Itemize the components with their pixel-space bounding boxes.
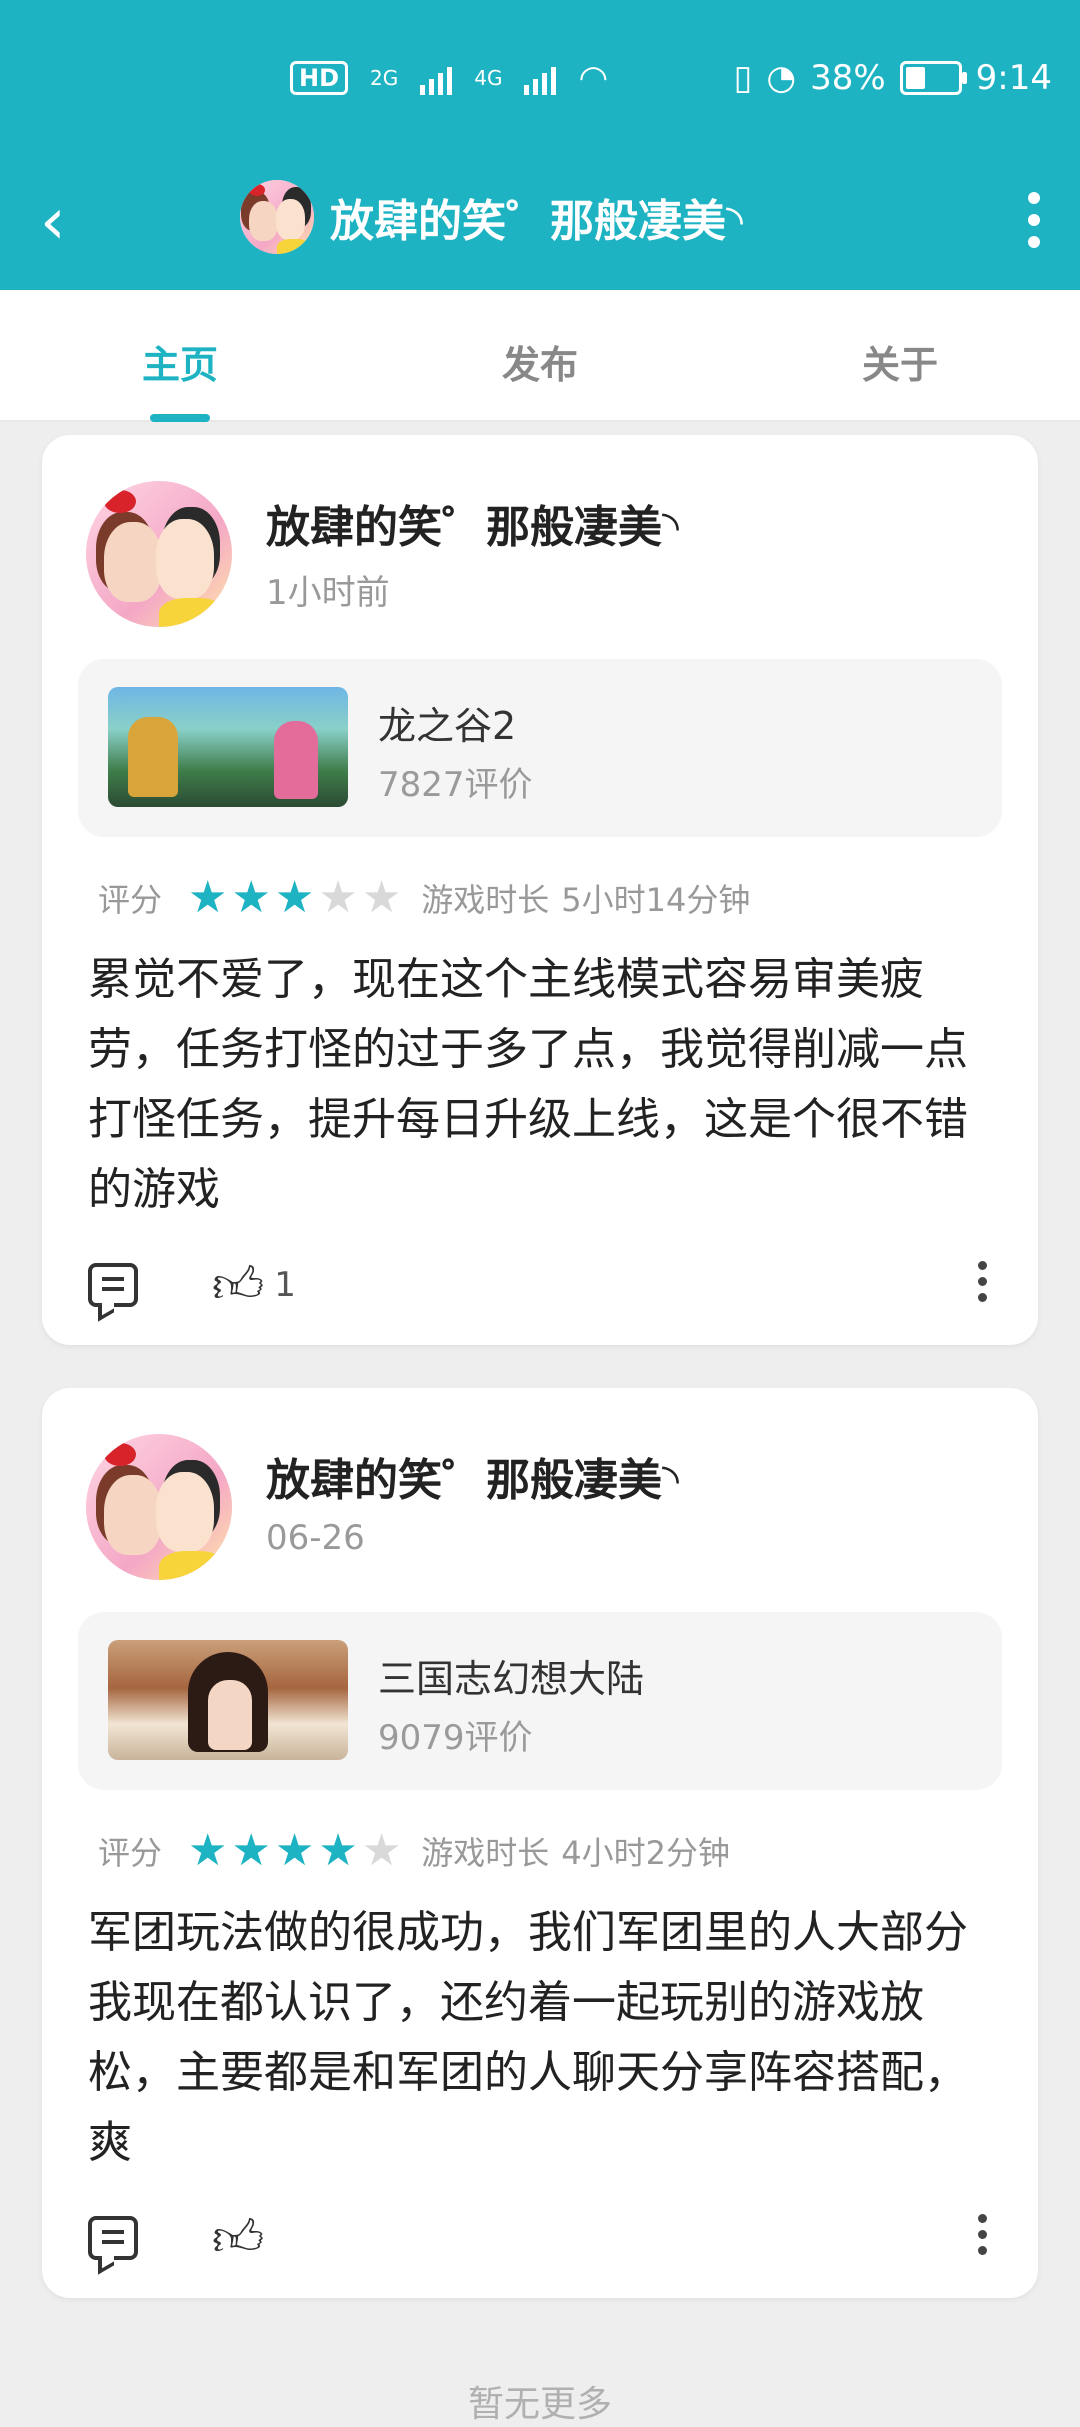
tab-publish[interactable]: 发布 <box>360 290 720 420</box>
comment-icon <box>88 1263 138 1307</box>
status-left: HD 2G 4G ◠ <box>290 58 608 98</box>
avatar[interactable] <box>240 180 314 254</box>
star-icon: ★ <box>231 872 271 923</box>
thumbs-up-icon: 👍︎ <box>212 2209 265 2267</box>
game-name: 三国志幻想大陆 <box>378 1657 645 1701</box>
network-4g-label: 4G <box>474 66 503 90</box>
review-card: 放肆的笑゜那般凄美◝ 06-26 三国志幻想大陆 9079评价 评分 ★ ★ ★ ★ ★… <box>42 1388 1038 2298</box>
username[interactable]: 放肆的笑゜那般凄美◝ <box>266 1444 679 1508</box>
hd-voice-icon: HD <box>290 61 349 95</box>
avatar[interactable] <box>86 481 232 627</box>
page-title: 放肆的笑゜那般凄美◝ <box>330 196 744 247</box>
wifi-icon: ◠ <box>578 58 609 98</box>
playtime-label: 游戏时长 <box>421 1834 550 1872</box>
star-icon: ★ <box>318 872 358 923</box>
star-icon: ★ <box>231 1825 271 1876</box>
username[interactable]: 放肆的笑゜那般凄美◝ <box>266 491 679 555</box>
star-icon: ★ <box>361 872 402 923</box>
star-icon: ★ <box>188 1825 228 1876</box>
vibrate-icon: ▯ <box>733 58 753 98</box>
rating-label: 评分 <box>98 881 163 919</box>
star-icon: ★ <box>274 872 315 923</box>
thumbs-up-icon: 👍︎ <box>212 1256 265 1314</box>
tab-about[interactable]: 关于 <box>720 290 1080 420</box>
comment-icon <box>88 2216 138 2260</box>
battery-icon <box>899 61 967 95</box>
data-saver-icon: ◔ <box>766 58 797 98</box>
load-more-text: 暂无更多 <box>467 2384 612 2425</box>
comment-button[interactable] <box>88 2208 138 2268</box>
game-thumbnail <box>108 687 348 807</box>
back-button[interactable]: ‹ <box>40 190 66 254</box>
game-name: 龙之谷2 <box>378 704 517 748</box>
star-icon: ★ <box>274 1825 315 1876</box>
playtime-label: 游戏时长 <box>421 881 550 919</box>
rating-row: 评分 ★ ★ ★ ★ ★ 游戏时长 4小时2分钟 <box>98 1828 730 1874</box>
signal-icon <box>420 61 453 95</box>
tab-home[interactable]: 主页 <box>0 290 360 422</box>
like-count: 1 <box>274 1265 296 1305</box>
star-rating: ★ ★ ★ ★ ★ <box>188 876 401 920</box>
like-button[interactable]: 👍︎ <box>212 2208 274 2268</box>
like-button[interactable]: 👍︎ 1 <box>212 1255 296 1315</box>
post-actions: 👍︎ <box>88 2208 998 2268</box>
game-thumbnail <box>108 1640 348 1760</box>
avatar[interactable] <box>86 1434 232 1580</box>
tab-bar: 主页 发布 关于 <box>0 290 1080 422</box>
game-card[interactable]: 龙之谷2 7827评价 <box>78 659 1002 837</box>
star-rating: ★ ★ ★ ★ ★ <box>188 1829 401 1873</box>
status-bar: HD 2G 4G ◠ ▯ ◔ 38% 9:14 <box>0 0 1080 160</box>
review-text: 军团玩法做的很成功，我们军团里的人大部分我现在都认识了，还约着一起玩别的游戏放松… <box>88 1907 968 2168</box>
post-time: 1小时前 <box>266 573 390 613</box>
post-more-button[interactable] <box>976 1261 988 1309</box>
review-card: 放肆的笑゜那般凄美◝ 1小时前 龙之谷2 7827评价 评分 ★ ★ ★ ★ ★ 游戏时… <box>42 435 1038 1345</box>
tab-indicator <box>150 414 210 422</box>
comment-button[interactable] <box>88 1255 138 1315</box>
status-right: ▯ ◔ 38% 9:14 <box>734 58 1052 98</box>
game-reviews: 7827评价 <box>378 765 533 805</box>
clock: 9:14 <box>975 58 1052 98</box>
game-card[interactable]: 三国志幻想大陆 9079评价 <box>78 1612 1002 1790</box>
game-reviews: 9079评价 <box>378 1718 533 1758</box>
playtime-value: 4小时2分钟 <box>561 1834 731 1872</box>
signal-icon-2 <box>524 61 557 95</box>
star-icon: ★ <box>318 1825 358 1876</box>
star-icon: ★ <box>361 1825 402 1876</box>
battery-percent: 38% <box>810 58 886 98</box>
star-icon: ★ <box>188 872 228 923</box>
playtime-value: 5小时14分钟 <box>561 881 751 919</box>
post-more-button[interactable] <box>976 2214 988 2262</box>
rating-label: 评分 <box>98 1834 163 1872</box>
back-arrow-icon: ‹ <box>40 185 66 259</box>
post-time: 06-26 <box>266 1518 365 1558</box>
battery-fill <box>905 67 925 89</box>
more-options-button[interactable] <box>1024 186 1044 256</box>
toolbar: ‹ 放肆的笑゜那般凄美◝ <box>0 160 1080 290</box>
post-actions: 👍︎ 1 <box>88 1255 998 1315</box>
review-text: 累觉不爱了，现在这个主线模式容易审美疲劳，任务打怪的过于多了点，我觉得削减一点打… <box>88 954 968 1215</box>
network-2g-label: 2G <box>370 66 399 90</box>
rating-row: 评分 ★ ★ ★ ★ ★ 游戏时长 5小时14分钟 <box>98 875 750 921</box>
toolbar-title-group: 放肆的笑゜那般凄美◝ <box>240 170 743 264</box>
